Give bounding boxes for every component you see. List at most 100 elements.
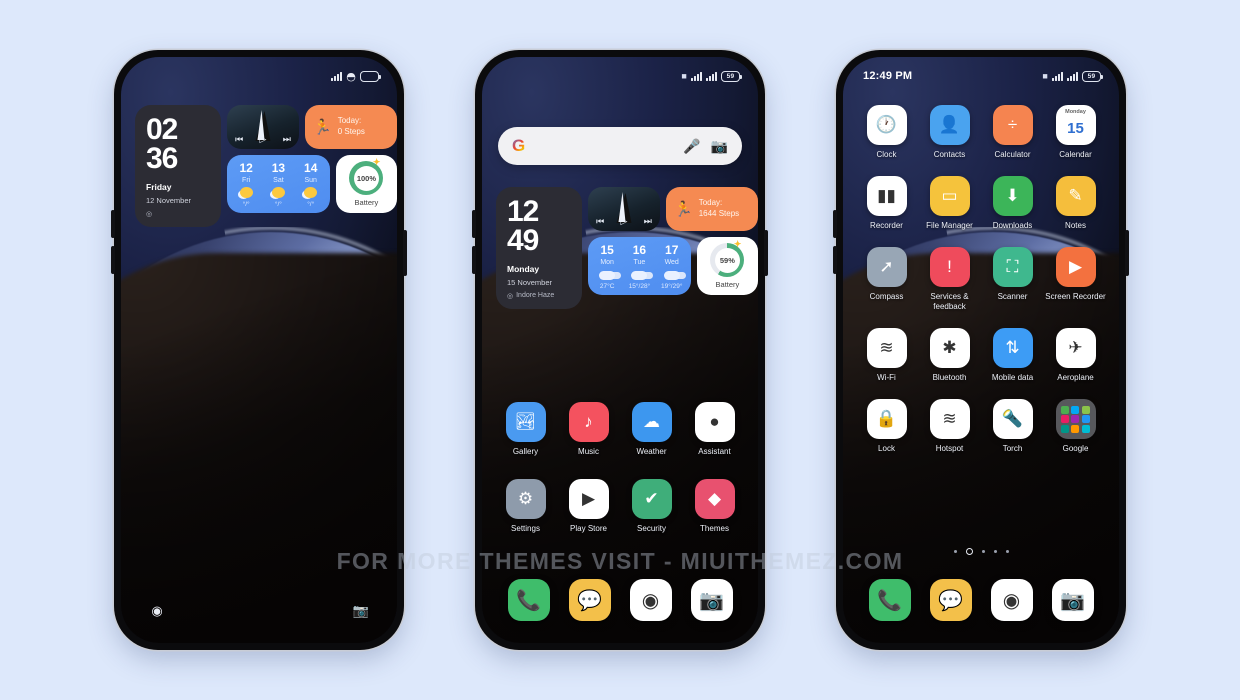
notes-icon[interactable]: ✎	[1055, 176, 1096, 216]
dock-messages-icon[interactable]: 💬	[929, 579, 972, 621]
contacts-icon[interactable]: 👤	[929, 105, 970, 145]
app-item-gallery[interactable]: 🏞 Gallery	[494, 402, 557, 457]
music-widget-2[interactable]: ⏮ ▷ ⏭	[588, 187, 660, 231]
play-store-icon[interactable]: ▶	[568, 479, 609, 519]
clock-widget-1[interactable]: 02 36 Friday 12 November ◎	[135, 105, 221, 227]
battery-widget-1[interactable]: ✦ 100% Battery	[335, 155, 397, 213]
dock-phone-icon[interactable]: 📞	[507, 579, 550, 621]
app-item-mobile-data[interactable]: ⇅ Mobile data	[981, 328, 1044, 383]
music-prev-button[interactable]: ⏮	[596, 216, 604, 227]
scanner-icon[interactable]: ⛶	[992, 247, 1033, 287]
bluetooth-icon[interactable]: ✱	[929, 328, 970, 368]
app-item-security[interactable]: ✔ Security	[620, 479, 683, 534]
compass-icon[interactable]: ➚	[866, 247, 907, 287]
dock-chrome-icon[interactable]: ◉	[629, 579, 672, 621]
camera-icon[interactable]: 📷	[351, 601, 371, 621]
app-item-calendar[interactable]: Monday 15 Calendar	[1044, 105, 1107, 160]
app-item-torch[interactable]: 🔦 Torch	[981, 399, 1044, 454]
recorder-icon[interactable]: ▮▮	[866, 176, 907, 216]
page-dot[interactable]	[993, 550, 997, 553]
dock-phone-icon[interactable]: 📞	[868, 579, 911, 621]
app-item-music[interactable]: ♪ Music	[557, 402, 620, 457]
battery-widget-2[interactable]: ✦ 59% Battery	[696, 237, 758, 295]
app-item-clock[interactable]: 🕐 Clock	[855, 105, 918, 160]
gallery-icon[interactable]: 🏞	[505, 402, 546, 442]
page-dot[interactable]	[965, 548, 973, 555]
security-icon[interactable]: ✔	[631, 479, 672, 519]
weather-widget-1[interactable]: 12 Fri °/° 13 Sat °/° 14 Sun °/°	[227, 155, 330, 213]
screen-recorder-icon[interactable]: ▶	[1055, 247, 1096, 287]
page-indicator[interactable]	[843, 548, 1119, 555]
steps-widget-2[interactable]: 🏃 Today: 1644 Steps	[666, 187, 758, 231]
app-item-downloads[interactable]: ⬇ Downloads	[981, 176, 1044, 231]
downloads-icon[interactable]: ⬇	[992, 176, 1033, 216]
clock-widget-2[interactable]: 12 49 Monday 15 November ◎ Indore Haze	[496, 187, 582, 309]
volume-up-button[interactable]	[472, 210, 476, 238]
google-folder-icon[interactable]	[1055, 399, 1096, 439]
music-widget-1[interactable]: ⏮ ▷ ⏭	[227, 105, 299, 149]
app-item-bluetooth[interactable]: ✱ Bluetooth	[918, 328, 981, 383]
app-item-contacts[interactable]: 👤 Contacts	[918, 105, 981, 160]
wifi-icon[interactable]: ≋	[866, 328, 907, 368]
lens-icon[interactable]: 📷	[711, 138, 728, 155]
volume-up-button[interactable]	[833, 210, 837, 238]
google-search-bar[interactable]: G 🎤 📷	[498, 127, 742, 165]
volume-down-button[interactable]	[111, 246, 115, 274]
app-item-play-store[interactable]: ▶ Play Store	[557, 479, 620, 534]
music-play-button[interactable]: ▷	[260, 134, 267, 145]
app-item-themes[interactable]: ◆ Themes	[683, 479, 746, 534]
volume-down-button[interactable]	[472, 246, 476, 274]
clock-icon[interactable]: 🕐	[866, 105, 907, 145]
file-manager-icon[interactable]: ▭	[929, 176, 970, 216]
app-item-assistant[interactable]: ● Assistant	[683, 402, 746, 457]
themes-icon[interactable]: ◆	[694, 479, 735, 519]
settings-icon[interactable]: ⚙	[505, 479, 546, 519]
mobile-data-icon[interactable]: ⇅	[992, 328, 1033, 368]
app-item-recorder[interactable]: ▮▮ Recorder	[855, 176, 918, 231]
app-item-compass[interactable]: ➚ Compass	[855, 247, 918, 312]
music-next-button[interactable]: ⏭	[283, 134, 291, 145]
weather-icon[interactable]: ☁	[631, 402, 672, 442]
power-button[interactable]	[764, 230, 768, 276]
app-item-screen-recorder[interactable]: ▶ Screen Recorder	[1044, 247, 1107, 312]
app-item-file-manager[interactable]: ▭ File Manager	[918, 176, 981, 231]
app-item-lock[interactable]: 🔒 Lock	[855, 399, 918, 454]
services-feedback-icon[interactable]: !	[929, 247, 970, 287]
app-item-settings[interactable]: ⚙ Settings	[494, 479, 557, 534]
hotspot-icon[interactable]: ≋	[929, 399, 970, 439]
volume-up-button[interactable]	[111, 210, 115, 238]
dock-chrome-icon[interactable]: ◉	[990, 579, 1033, 621]
calculator-icon[interactable]: ÷	[992, 105, 1033, 145]
power-button[interactable]	[403, 230, 407, 276]
calendar-icon[interactable]: Monday 15	[1055, 105, 1096, 145]
app-item-google[interactable]: Google	[1044, 399, 1107, 454]
steps-widget-1[interactable]: 🏃 Today: 0 Steps	[305, 105, 397, 149]
lock-icon[interactable]: 🔒	[866, 399, 907, 439]
page-dot[interactable]	[953, 550, 957, 553]
flashlight-icon[interactable]: ◉	[147, 601, 167, 621]
app-item-calculator[interactable]: ÷ Calculator	[981, 105, 1044, 160]
aeroplane-icon[interactable]: ✈	[1055, 328, 1096, 368]
app-item-hotspot[interactable]: ≋ Hotspot	[918, 399, 981, 454]
music-icon[interactable]: ♪	[568, 402, 609, 442]
assistant-icon[interactable]: ●	[694, 402, 735, 442]
volume-down-button[interactable]	[833, 246, 837, 274]
app-item-notes[interactable]: ✎ Notes	[1044, 176, 1107, 231]
mic-icon[interactable]: 🎤	[683, 138, 700, 155]
page-dot[interactable]	[1005, 550, 1009, 553]
app-item-services-feedback[interactable]: ! Services & feedback	[918, 247, 981, 312]
dock-camera-icon[interactable]: 📷	[690, 579, 733, 621]
app-item-weather[interactable]: ☁ Weather	[620, 402, 683, 457]
power-button[interactable]	[1125, 230, 1129, 276]
app-item-aeroplane[interactable]: ✈ Aeroplane	[1044, 328, 1107, 383]
music-prev-button[interactable]: ⏮	[235, 134, 243, 145]
music-play-button[interactable]: ▷	[621, 216, 628, 227]
page-dot[interactable]	[981, 550, 985, 553]
music-next-button[interactable]: ⏭	[644, 216, 652, 227]
app-item-scanner[interactable]: ⛶ Scanner	[981, 247, 1044, 312]
weather-widget-2[interactable]: 15 Mon 27°C 16 Tue 15°/28° 17 Wed 19°/29…	[588, 237, 691, 295]
app-item-wi-fi[interactable]: ≋ Wi-Fi	[855, 328, 918, 383]
dock-camera-icon[interactable]: 📷	[1051, 579, 1094, 621]
dock-messages-icon[interactable]: 💬	[568, 579, 611, 621]
torch-icon[interactable]: 🔦	[992, 399, 1033, 439]
